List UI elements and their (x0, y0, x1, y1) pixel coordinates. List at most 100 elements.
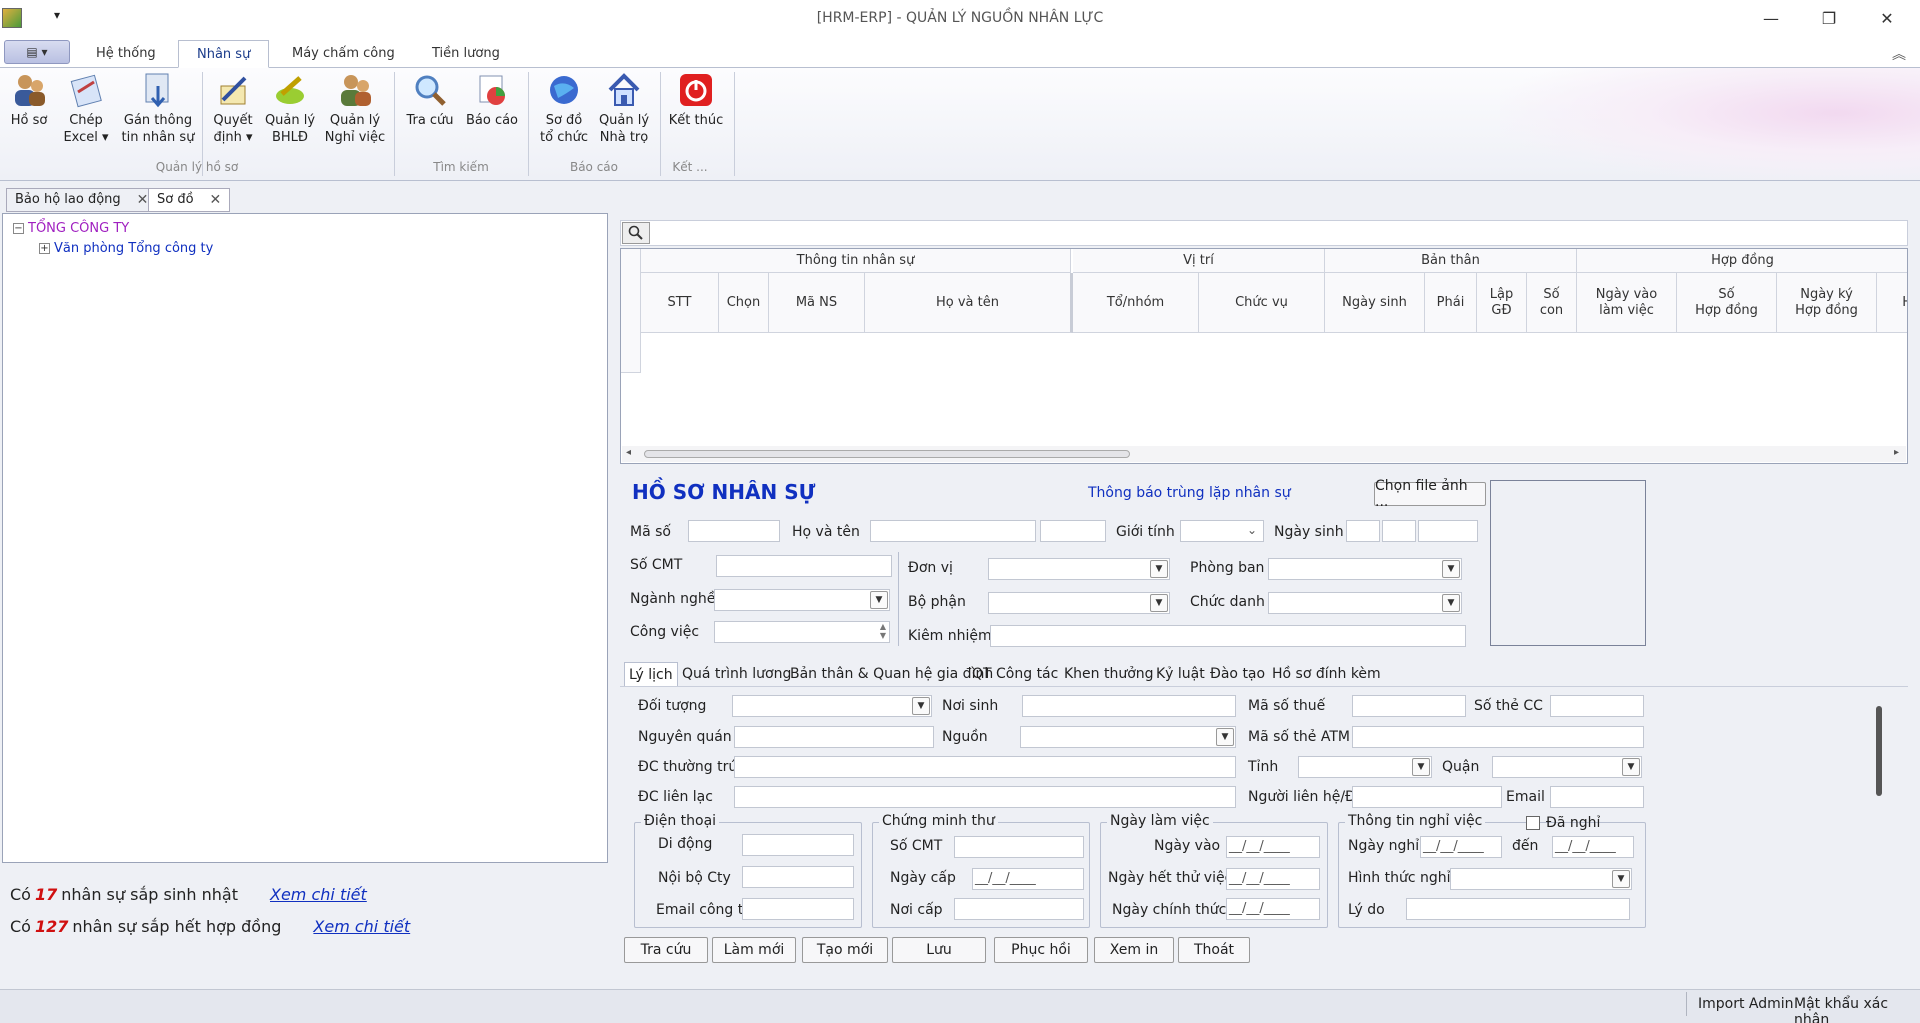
hinh-thuc-nghi-select[interactable]: ▼ (1450, 868, 1632, 890)
dropdown-arrow-icon[interactable]: ▼ (1612, 870, 1630, 888)
dropdown-arrow-icon[interactable]: ▼ (1622, 758, 1640, 776)
tao-moi-button[interactable]: Tạo mới (802, 937, 888, 963)
birthday-detail-link[interactable]: Xem chi tiết (270, 885, 380, 904)
dc-lien-lac-input[interactable] (734, 786, 1236, 808)
quyet-dinh-button[interactable]: Quyết định ▾ (208, 70, 258, 154)
don-vi-select[interactable]: ▼ (988, 558, 1170, 580)
col-header-ma-ns[interactable]: Mã NS (769, 273, 865, 333)
email-cong-ty-input[interactable] (742, 898, 854, 920)
dropdown-arrow-icon[interactable]: ▼ (1216, 728, 1234, 746)
nganh-nghe-select[interactable]: ▼ (714, 589, 890, 611)
thoat-button[interactable]: Thoát (1178, 937, 1250, 963)
chuc-danh-select[interactable]: ▼ (1268, 592, 1462, 614)
phong-ban-select[interactable]: ▼ (1268, 558, 1462, 580)
ten-input[interactable] (1040, 520, 1106, 542)
tab-qt-cong-tac[interactable]: QT Công tác (968, 662, 1062, 686)
dropdown-arrow-icon[interactable]: ▼ (1412, 758, 1430, 776)
col-header-ngay-vao[interactable]: Ngày vào làm việc (1577, 273, 1677, 333)
nguon-select[interactable]: ▼ (1020, 726, 1236, 748)
chep-excel-button[interactable]: Chép Excel ▾ (60, 70, 112, 154)
scroll-right-icon[interactable]: ▸ (1894, 447, 1899, 458)
close-tab-icon[interactable]: ✕ (210, 188, 222, 212)
tab-ky-luat[interactable]: Kỷ luật (1152, 662, 1209, 686)
choose-photo-button[interactable]: Chọn file ảnh ... (1374, 478, 1486, 510)
so-do-to-chuc-button[interactable]: Sơ đồ tổ chức (536, 70, 592, 154)
dropdown-arrow-icon[interactable]: ▼ (1442, 594, 1460, 612)
col-header-so-con[interactable]: Số con (1527, 273, 1577, 333)
doi-tuong-select[interactable]: ▼ (732, 695, 932, 717)
col-header-ngay-sinh[interactable]: Ngày sinh (1325, 273, 1425, 333)
ly-do-input[interactable] (1406, 898, 1630, 920)
col-header-ho-ten[interactable]: Họ và tên (865, 273, 1073, 333)
tab-ly-lich[interactable]: Lý lịch (624, 662, 678, 686)
nguoi-lien-he-input[interactable] (1352, 786, 1502, 808)
minimize-icon[interactable]: — (1748, 4, 1794, 32)
dropdown-arrow-icon[interactable]: ▼ (1150, 560, 1168, 578)
nguyen-quan-input[interactable] (734, 726, 934, 748)
tab-khen-thuong[interactable]: Khen thưởng (1060, 662, 1158, 686)
dropdown-arrow-icon[interactable]: ▼ (870, 591, 888, 609)
ngay-sinh-year[interactable] (1418, 520, 1478, 542)
tree-node-child[interactable]: + Văn phòng Tổng công ty (13, 238, 607, 258)
ho-so-button[interactable]: Hồ sơ (6, 70, 52, 154)
so-cmt-input[interactable] (716, 555, 892, 577)
gioi-tinh-select[interactable]: ⌄ (1180, 520, 1264, 542)
tab-dao-tao[interactable]: Đào tạo (1206, 662, 1269, 686)
restore-icon[interactable]: ❐ (1806, 4, 1852, 32)
tab-he-thong[interactable]: Hệ thống (78, 40, 174, 68)
tra-cuu-button[interactable]: Tra cứu (404, 70, 456, 154)
noi-bo-cty-input[interactable] (742, 866, 854, 888)
tree-node-root[interactable]: − TỔNG CÔNG TY (13, 218, 607, 238)
dropdown-arrow-icon[interactable]: ▼ (1442, 560, 1460, 578)
ngay-chinh-thuc-date[interactable]: __/__/____ (1226, 898, 1320, 920)
email-input[interactable] (1550, 786, 1644, 808)
quick-access-dropdown-icon[interactable]: ▾ (54, 8, 60, 22)
dc-thuong-tru-input[interactable] (734, 756, 1236, 778)
close-icon[interactable]: ✕ (1864, 4, 1910, 32)
grid-search-input[interactable] (620, 220, 1908, 246)
collapse-node-icon[interactable]: − (13, 222, 24, 234)
col-header-so-hop-dong[interactable]: Số Hợp đồng (1677, 273, 1777, 333)
app-menu-button[interactable]: ▤ ▾ (4, 40, 70, 64)
expand-node-icon[interactable]: + (39, 242, 50, 254)
tab-qua-trinh-luong[interactable]: Quá trình lương (678, 662, 795, 686)
spinner-arrows-icon[interactable]: ▲ ▼ (880, 622, 886, 640)
ngay-vao-date[interactable]: __/__/____ (1226, 836, 1320, 858)
ma-so-the-atm-input[interactable] (1352, 726, 1644, 748)
col-header-lap-gd[interactable]: Lập GĐ (1477, 273, 1527, 333)
col-header-chuc-vu[interactable]: Chức vụ (1199, 273, 1325, 333)
ma-so-thue-input[interactable] (1352, 695, 1466, 717)
tab-nhan-su[interactable]: Nhân sự (178, 40, 270, 68)
tab-ho-so-dinh-kem[interactable]: Hồ sơ đính kèm (1268, 662, 1385, 686)
quan-ly-nghi-viec-button[interactable]: Quản lý Nghỉ việc (324, 70, 386, 154)
xem-in-button[interactable]: Xem in (1094, 937, 1174, 963)
ma-so-input[interactable] (688, 520, 780, 542)
di-dong-input[interactable] (742, 834, 854, 856)
bao-cao-search-button[interactable]: Báo cáo (464, 70, 520, 154)
da-nghi-checkbox[interactable] (1526, 816, 1540, 830)
grid-scroll-thumb[interactable] (644, 450, 1130, 458)
quan-ly-bhld-button[interactable]: Quản lý BHLĐ (264, 70, 316, 154)
col-header-chon[interactable]: Chọn (719, 273, 769, 333)
so-the-cc-input[interactable] (1550, 695, 1644, 717)
col-header-truncated[interactable]: H (1877, 273, 1907, 333)
den-date[interactable]: __/__/____ (1552, 836, 1634, 858)
ket-thuc-button[interactable]: Kết thúc (666, 70, 726, 154)
dropdown-arrow-icon[interactable]: ▼ (912, 697, 930, 715)
contract-detail-link[interactable]: Xem chi tiết (313, 917, 423, 936)
doc-tab-bao-ho[interactable]: Bảo hộ lao động ✕ (6, 188, 158, 212)
close-tab-icon[interactable]: ✕ (137, 188, 149, 212)
tab-tien-luong[interactable]: Tiền lương (414, 40, 518, 68)
duplicate-notice-link[interactable]: Thông báo trùng lặp nhân sự (1088, 485, 1291, 501)
app-logo-icon[interactable] (2, 8, 22, 28)
quan-ly-nha-tro-button[interactable]: Quản lý Nhà trọ (596, 70, 652, 154)
luu-button[interactable]: Lưu (892, 937, 986, 963)
cong-viec-spinner[interactable]: ▲ ▼ (714, 621, 890, 643)
grid-search-icon[interactable] (622, 222, 650, 244)
noi-cap-input[interactable] (954, 898, 1084, 920)
col-header-phai[interactable]: Phái (1425, 273, 1477, 333)
col-header-to-nhom[interactable]: Tổ/nhóm (1073, 273, 1199, 333)
ngay-het-thu-viec-date[interactable]: __/__/____ (1226, 868, 1320, 890)
collapse-ribbon-icon[interactable]: ︽ (1892, 44, 1906, 64)
ngay-sinh-month[interactable] (1382, 520, 1416, 542)
